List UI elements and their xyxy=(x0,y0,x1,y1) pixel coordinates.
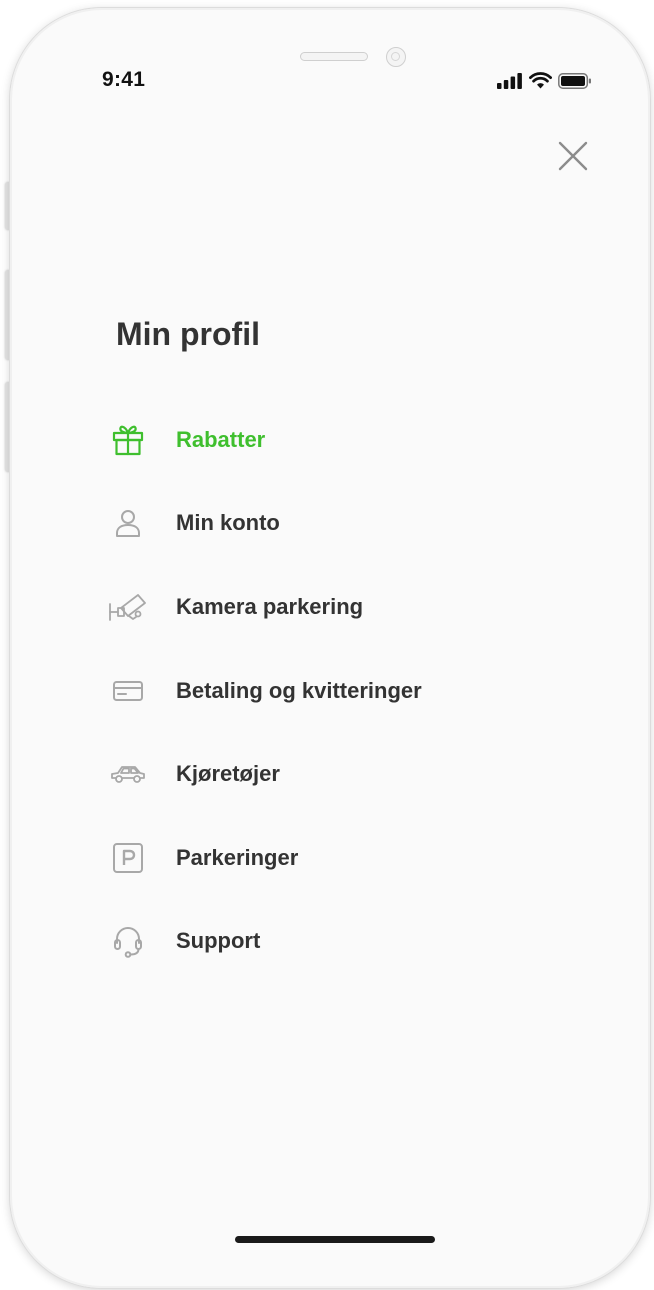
menu-item-label: Betaling og kvitteringer xyxy=(176,677,422,703)
wifi-icon xyxy=(529,72,552,89)
phone-frame: 9:41 Min profil Rabatter Min konto Kamer… xyxy=(10,8,650,1288)
menu-item-min-konto[interactable]: Min konto xyxy=(106,482,586,566)
battery-icon xyxy=(558,73,591,89)
speaker-grille xyxy=(300,52,368,61)
page: 9:41 Min profil Rabatter Min konto Kamer… xyxy=(0,0,654,1290)
gift-icon xyxy=(106,418,150,462)
status-time: 9:41 xyxy=(102,68,146,91)
menu-item-label: Min konto xyxy=(176,510,280,536)
profile-menu: Rabatter Min konto Kamera parkering Beta… xyxy=(106,398,586,983)
close-icon xyxy=(558,141,588,171)
page-title: Min profil xyxy=(116,316,260,352)
home-indicator[interactable] xyxy=(235,1236,435,1243)
menu-item-kamera-parkering[interactable]: Kamera parkering xyxy=(106,565,586,649)
menu-item-parkeringer[interactable]: Parkeringer xyxy=(106,816,586,900)
menu-item-betaling[interactable]: Betaling og kvitteringer xyxy=(106,649,586,733)
user-icon xyxy=(106,501,150,545)
menu-item-label: Parkeringer xyxy=(176,844,299,870)
menu-item-label: Rabatter xyxy=(176,426,266,452)
menu-item-rabatter[interactable]: Rabatter xyxy=(106,398,586,482)
menu-item-label: Support xyxy=(176,928,261,954)
cellular-signal-icon xyxy=(497,73,522,89)
parking-icon xyxy=(106,836,150,880)
card-icon xyxy=(106,669,150,713)
front-camera xyxy=(386,47,406,67)
menu-item-label: Kjøretøjer xyxy=(176,761,280,787)
menu-item-support[interactable]: Support xyxy=(106,900,586,984)
close-button[interactable] xyxy=(555,138,591,174)
menu-item-kjoretojer[interactable]: Kjøretøjer xyxy=(106,732,586,816)
status-icons xyxy=(497,72,592,89)
menu-item-label: Kamera parkering xyxy=(176,593,364,619)
headset-icon xyxy=(106,919,150,963)
car-icon xyxy=(106,752,150,796)
camera-icon xyxy=(106,585,150,629)
